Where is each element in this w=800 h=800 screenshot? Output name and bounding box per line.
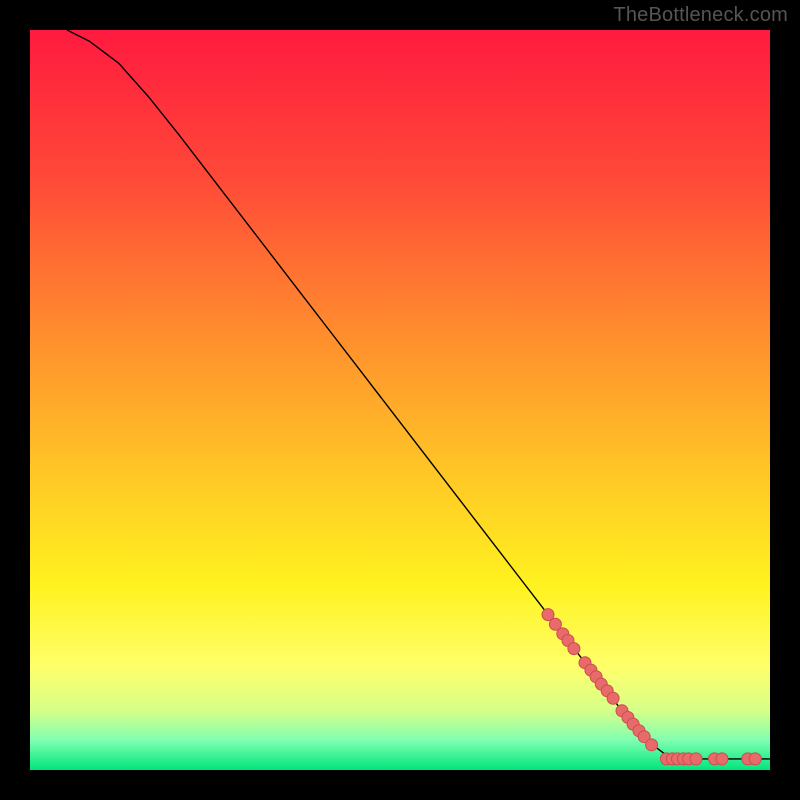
chart-marker <box>749 753 761 765</box>
chart-background <box>30 30 770 770</box>
chart-marker <box>646 739 658 751</box>
chart-svg <box>30 30 770 770</box>
chart-marker <box>607 692 619 704</box>
chart-plot-area <box>30 30 770 770</box>
watermark-text: TheBottleneck.com <box>613 4 788 27</box>
chart-marker <box>716 753 728 765</box>
chart-marker <box>690 753 702 765</box>
chart-marker <box>568 643 580 655</box>
